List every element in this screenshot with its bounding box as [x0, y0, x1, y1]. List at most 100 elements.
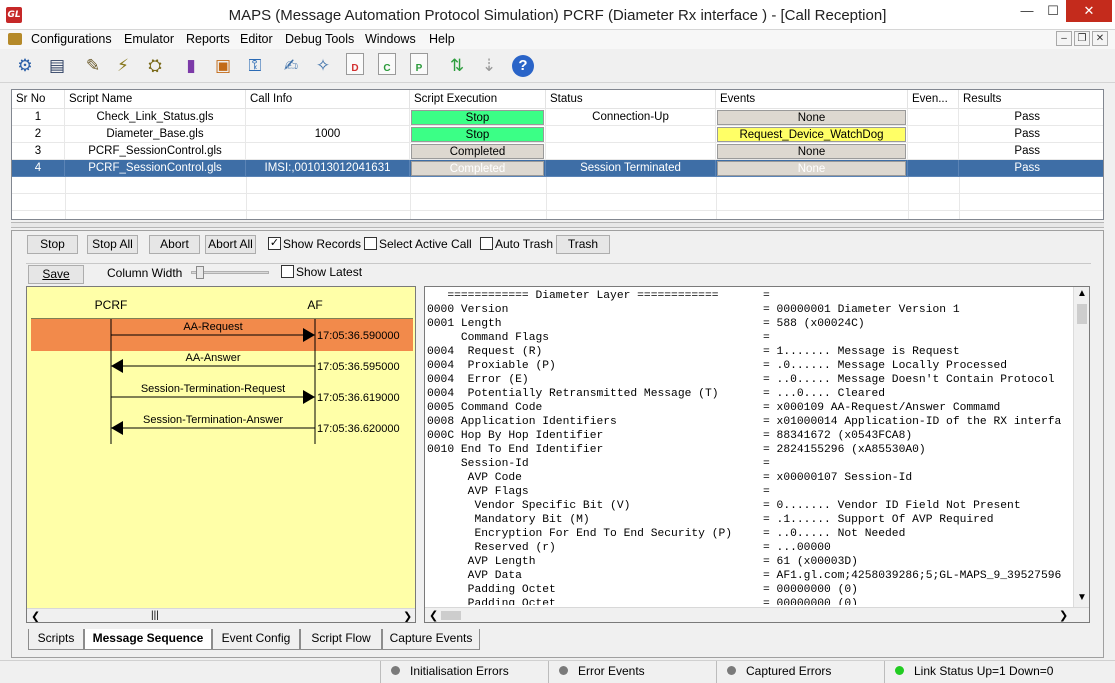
events-button[interactable]: Request_Device_WatchDog	[717, 127, 906, 142]
decode-value[interactable]: = ...00000	[763, 541, 831, 555]
decode-field[interactable]: ============ Diameter Layer ============	[427, 289, 718, 303]
run-script-icon[interactable]: ⚡	[110, 53, 136, 79]
auto-trash-checkbox[interactable]	[480, 237, 493, 250]
decode-field[interactable]: Padding Octet	[427, 583, 556, 597]
cell-events[interactable]: None	[716, 109, 908, 126]
cell-script-execution[interactable]: Completed	[410, 143, 546, 160]
decode-field[interactable]: 0004 Proxiable (P)	[427, 359, 556, 373]
message-label[interactable]: Session-Termination-Request	[141, 383, 285, 395]
menu-reports[interactable]: Reports	[182, 30, 234, 49]
decode-value[interactable]: = 2824155296 (xA85530A0)	[763, 443, 926, 457]
decode-value[interactable]: = x01000014 Application-ID of the RX int…	[763, 415, 1061, 429]
events-button[interactable]: None	[717, 161, 906, 176]
decode-field[interactable]: Encryption For End To End Security (P)	[427, 527, 732, 541]
table-row[interactable]: 1 Check_Link_Status.gls Stop Connection-Up N…	[12, 109, 1103, 126]
message-label[interactable]: Session-Termination-Answer	[143, 414, 283, 426]
document-menu-icon[interactable]	[8, 33, 22, 45]
mdi-close-button[interactable]: ✕	[1092, 31, 1108, 46]
maximize-button[interactable]: ☐	[1040, 0, 1066, 22]
decode-field[interactable]: 0004 Potentially Retransmitted Message (…	[427, 387, 719, 401]
decode-value[interactable]: =	[763, 485, 770, 499]
col-header-even[interactable]: Even...	[908, 90, 959, 109]
col-header-status[interactable]: Status	[546, 90, 716, 109]
decode-value[interactable]: = ..0..... Message Doesn't Contain Proto…	[763, 373, 1055, 387]
script-edit-icon[interactable]: ✎	[80, 53, 106, 79]
events-button[interactable]: None	[717, 110, 906, 125]
scroll-down-icon[interactable]: ▼	[1077, 592, 1087, 603]
menu-configurations[interactable]: Configurations	[27, 30, 116, 49]
captured-errors-indicator[interactable]: Captured Errors	[716, 661, 884, 683]
decode-field[interactable]: Reserved (r)	[427, 541, 555, 555]
decode-field[interactable]: Mandatory Bit (M)	[427, 513, 589, 527]
decode-field[interactable]: AVP Data	[427, 569, 522, 583]
decode-field[interactable]: 0008 Application Identifiers	[427, 415, 617, 429]
minimize-button[interactable]: —	[1014, 0, 1040, 22]
seq-horizontal-scrollbar[interactable]: ❮ ||| ❯	[27, 608, 415, 622]
cell-events[interactable]: Request_Device_WatchDog	[716, 126, 908, 143]
col-header-events[interactable]: Events	[716, 90, 908, 109]
cell-events[interactable]: None	[716, 160, 908, 177]
decode-field[interactable]: AVP Length	[427, 555, 536, 569]
decode-field[interactable]: Vendor Specific Bit (V)	[427, 499, 630, 513]
decode-value[interactable]: = 00000000 (0)	[763, 597, 858, 605]
execution-button[interactable]: Completed	[411, 161, 544, 176]
decode-vertical-scrollbar[interactable]: ▲ ▼	[1073, 287, 1089, 607]
decode-value[interactable]: = ...0.... Cleared	[763, 387, 885, 401]
events-button[interactable]: None	[717, 144, 906, 159]
menu-debug-tools[interactable]: Debug Tools	[281, 30, 358, 49]
scroll-thumb[interactable]	[441, 611, 461, 620]
scroll-thumb-icon[interactable]: |||	[151, 610, 159, 621]
table-row[interactable]: 2 Diameter_Base.gls 1000 Stop Request_Device…	[12, 126, 1103, 143]
decode-value[interactable]: = 00000001 Diameter Version 1	[763, 303, 960, 317]
decode-field[interactable]: Padding Octet	[427, 597, 556, 605]
stop-all-button[interactable]: Stop All	[87, 235, 138, 254]
tab-capture-events[interactable]: Capture Events	[382, 629, 480, 650]
decode-value[interactable]: =	[763, 457, 770, 471]
abort-button[interactable]: Abort	[149, 235, 200, 254]
decode-value[interactable]: =	[763, 331, 770, 345]
show-records-checkbox[interactable]: ✓	[268, 237, 281, 250]
column-width-slider[interactable]	[191, 266, 269, 279]
doc-d-icon[interactable]: D	[346, 53, 364, 75]
wand-icon[interactable]: ✧	[310, 53, 336, 79]
decode-value[interactable]: = 588 (x00024C)	[763, 317, 865, 331]
disconnect-icon[interactable]: ⇣	[476, 53, 502, 79]
scroll-thumb[interactable]	[1077, 304, 1087, 324]
init-errors-indicator[interactable]: Initialisation Errors	[380, 661, 548, 683]
cell-script-execution[interactable]: Completed	[410, 160, 546, 177]
decode-field[interactable]: 0005 Command Code	[427, 401, 542, 415]
table-row[interactable]: 3 PCRF_SessionControl.gls Completed None Pas…	[12, 143, 1103, 160]
save-button[interactable]: Save	[28, 265, 84, 284]
decode-value[interactable]: = AF1.gl.com;4258039286;5;GL-MAPS_9_3952…	[763, 569, 1061, 583]
close-button[interactable]: ✕	[1066, 0, 1112, 22]
scroll-right-icon[interactable]: ❯	[403, 610, 412, 622]
help-icon[interactable]: ?	[512, 55, 534, 77]
execution-button[interactable]: Stop	[411, 110, 544, 125]
decode-field[interactable]: AVP Flags	[427, 485, 529, 499]
scroll-up-icon[interactable]: ▲	[1077, 288, 1087, 299]
decode-value[interactable]: = .0...... Message Locally Processed	[763, 359, 1007, 373]
doc-c-icon[interactable]: C	[378, 53, 396, 75]
menu-editor[interactable]: Editor	[236, 30, 277, 49]
show-latest-checkbox[interactable]	[281, 265, 294, 278]
stop-button[interactable]: Stop	[27, 235, 78, 254]
decode-field[interactable]: 000C Hop By Hop Identifier	[427, 429, 603, 443]
decode-value[interactable]: = 61 (x00003D)	[763, 555, 858, 569]
decode-field[interactable]: 0004 Request (R)	[427, 345, 542, 359]
lock-icon[interactable]: ⚿	[242, 53, 268, 79]
add-connection-icon[interactable]: ⇅	[444, 53, 470, 79]
decode-value[interactable]: = 88341672 (x0543FCA8)	[763, 429, 912, 443]
col-header-script-name[interactable]: Script Name	[65, 90, 246, 109]
menu-emulator[interactable]: Emulator	[120, 30, 178, 49]
message-label[interactable]: AA-Request	[183, 321, 242, 333]
col-header-script-execution[interactable]: Script Execution	[410, 90, 546, 109]
tab-scripts[interactable]: Scripts	[28, 629, 84, 650]
decode-value[interactable]: = x000109 AA-Request/Answer Commamd	[763, 401, 1000, 415]
decode-field[interactable]: Session-Id	[427, 457, 529, 471]
decode-value[interactable]: = 1....... Message is Request	[763, 345, 960, 359]
col-header-call-info[interactable]: Call Info	[246, 90, 410, 109]
decode-field[interactable]: Command Flags	[427, 331, 549, 345]
decode-field[interactable]: 0010 End To End Identifier	[427, 443, 603, 457]
notepad-icon[interactable]: ▤	[44, 53, 70, 79]
decode-value[interactable]: = .1...... Support Of AVP Required	[763, 513, 994, 527]
